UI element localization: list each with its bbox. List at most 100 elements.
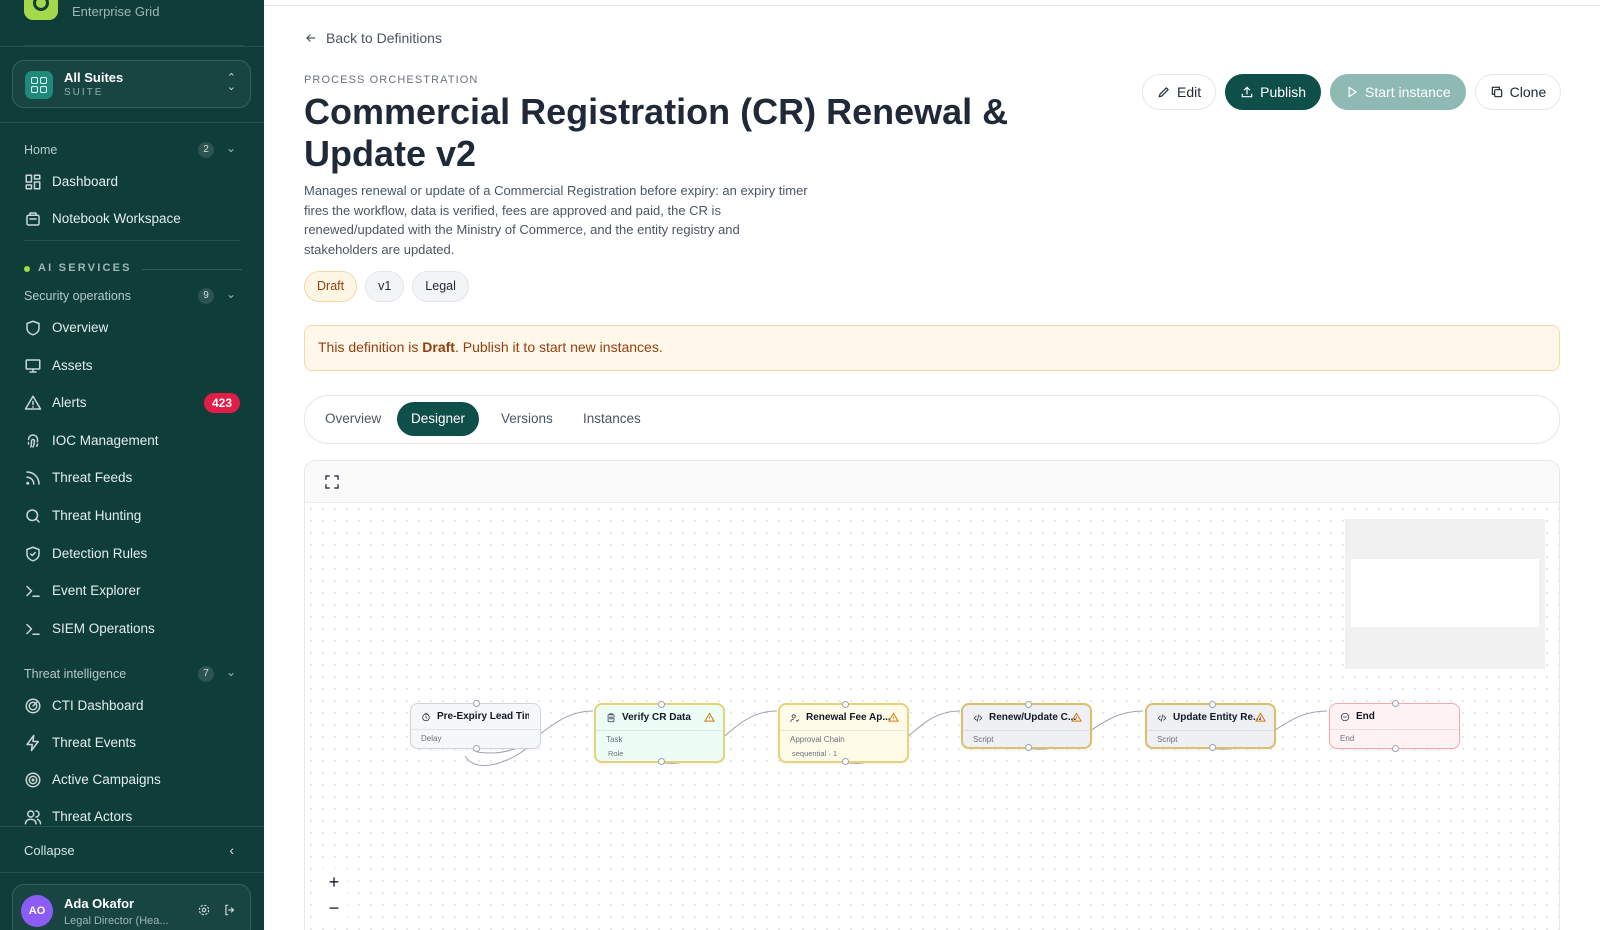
sidebar-item-label: Notebook Workspace xyxy=(52,211,181,226)
tab-versions[interactable]: Versions xyxy=(487,402,567,436)
back-label: Back to Definitions xyxy=(326,30,442,46)
sidebar-item-detection-rules[interactable]: Detection Rules xyxy=(12,538,252,570)
collapse-button[interactable]: Collapse ‹ xyxy=(24,842,240,863)
warning-icon xyxy=(704,712,715,722)
category-badge: Legal xyxy=(412,271,469,302)
tab-designer[interactable]: Designer xyxy=(397,402,480,436)
node-type: Script xyxy=(1157,735,1178,744)
sidebar-item-label: Overview xyxy=(52,320,109,335)
sidebar-item-label: SIEM Operations xyxy=(52,620,155,636)
sidebar-item-threat-feeds[interactable]: Threat Feeds xyxy=(12,462,252,494)
workflow-node-end[interactable]: End End xyxy=(1329,700,1460,752)
count-badge: 423 xyxy=(204,393,240,414)
node-type: End xyxy=(1340,734,1355,743)
rss-icon xyxy=(26,471,40,486)
node-type: Task xyxy=(606,735,623,744)
dashboard-icon xyxy=(25,174,41,190)
sidebar-item-label: Assets xyxy=(52,357,93,373)
node-detail: sequential · 1 xyxy=(792,749,838,758)
suite-switcher[interactable]: All Suites SUITE ⌃ ⌄ xyxy=(12,60,251,108)
sidebar-item-dashboard[interactable]: Dashboard xyxy=(12,166,252,198)
sidebar-item-threat-events[interactable]: Threat Events xyxy=(12,727,252,759)
sidebar-item-cti-dashboard[interactable]: CTI Dashboard xyxy=(12,690,252,722)
sidebar-item-label: Alerts xyxy=(52,395,87,411)
workflow-node-delay[interactable]: Pre-Expiry Lead Time Delay xyxy=(410,700,541,752)
user-card[interactable]: AO Ada Okafor Legal Director (Hea... xyxy=(12,884,251,930)
node-title: Verify CR Data xyxy=(622,712,691,723)
input-port[interactable] xyxy=(1025,701,1032,708)
tab-overview[interactable]: Overview xyxy=(311,402,395,436)
sidebar-item-label: Detection Rules xyxy=(52,545,148,561)
start-instance-label: Start instance xyxy=(1365,84,1451,100)
group-security-operations[interactable]: Security operations 9 ⌄ xyxy=(24,286,240,306)
start-instance-button[interactable]: Start instance xyxy=(1330,74,1466,110)
input-port[interactable] xyxy=(473,700,480,707)
node-header: End xyxy=(1330,704,1459,730)
sidebar-item-label: Event Explorer xyxy=(52,583,141,599)
divider xyxy=(0,122,264,123)
group-count: 7 xyxy=(198,666,214,682)
chevron-up-down-icon: ⌃ ⌄ xyxy=(226,72,236,93)
code-icon xyxy=(1157,713,1167,722)
input-port[interactable] xyxy=(1209,701,1216,708)
sidebar-item-ioc-management[interactable]: IOC Management xyxy=(12,425,252,457)
output-port[interactable] xyxy=(1209,744,1216,751)
sidebar-item-event-explorer[interactable]: Event Explorer xyxy=(12,575,252,607)
group-label: Security operations xyxy=(24,289,132,303)
shield-icon xyxy=(26,320,40,336)
output-port[interactable] xyxy=(1025,744,1032,751)
sidebar-item-notebook-workspace[interactable]: Notebook Workspace xyxy=(12,203,252,235)
tab-instances[interactable]: Instances xyxy=(569,402,655,436)
workflow-node-script[interactable]: Update Entity Re... Script xyxy=(1145,701,1276,751)
workflow-node-approval-chain[interactable]: Renewal Fee Ap... Approval Chain sequentia… xyxy=(778,701,909,765)
sidebar-item-label: CTI Dashboard xyxy=(52,698,144,713)
sidebar-item-alerts[interactable]: Alerts 423 xyxy=(12,387,252,419)
clock-icon xyxy=(422,712,430,721)
output-port[interactable] xyxy=(1392,745,1399,752)
sidebar-item-active-campaigns[interactable]: Active Campaigns xyxy=(12,764,252,796)
sidebar-item-assets[interactable]: Assets xyxy=(12,350,252,382)
zoom-in-button[interactable]: + xyxy=(321,869,347,895)
sidebar-item-overview[interactable]: Overview xyxy=(12,312,252,344)
clone-button[interactable]: Clone xyxy=(1474,74,1562,110)
output-port[interactable] xyxy=(658,758,665,765)
dot-icon xyxy=(24,266,30,272)
sidebar-item-threat-hunting[interactable]: Threat Hunting xyxy=(12,500,252,532)
input-port[interactable] xyxy=(842,701,849,708)
input-port[interactable] xyxy=(658,701,665,708)
code-icon xyxy=(973,713,983,722)
output-port[interactable] xyxy=(473,745,480,752)
workflow-edges xyxy=(464,710,1328,766)
stop-circle-icon xyxy=(1340,712,1350,721)
input-port[interactable] xyxy=(1392,700,1399,707)
tab-bar: Overview Designer Versions Instances xyxy=(304,395,1560,444)
sidebar-item-threat-actors[interactable]: Threat Actors xyxy=(12,801,252,833)
gear-icon[interactable] xyxy=(197,903,211,917)
publish-button[interactable]: Publish xyxy=(1225,74,1322,110)
main-content: Back to Definitions PROCESS ORCHESTRATIO… xyxy=(264,0,1600,930)
zoom-out-button[interactable]: − xyxy=(321,895,347,921)
chevron-down-icon: ⌄ xyxy=(225,287,236,301)
play-icon xyxy=(1348,86,1358,98)
group-label: Threat intelligence xyxy=(24,667,127,681)
workflow-node-script[interactable]: Renew/Update C... Script xyxy=(961,701,1092,751)
group-label: Home xyxy=(24,143,58,157)
alert-icon xyxy=(24,395,42,410)
sidebar-item-siem-operations[interactable]: SIEM Operations xyxy=(12,613,252,645)
group-threat-intelligence[interactable]: Threat intelligence 7 ⌄ xyxy=(24,664,240,684)
node-title: Update Entity Re... xyxy=(1173,712,1262,723)
designer-canvas[interactable]: Pre-Expiry Lead Time Delay Verify CR Data T… xyxy=(304,460,1560,930)
sidebar-item-label: Dashboard xyxy=(52,174,119,189)
back-link[interactable]: Back to Definitions xyxy=(304,30,442,46)
node-type: Script xyxy=(973,735,994,744)
brand-subtitle: Enterprise Grid xyxy=(72,4,160,19)
edit-button[interactable]: Edit xyxy=(1142,74,1217,110)
output-port[interactable] xyxy=(842,758,849,765)
group-home[interactable]: Home 2 ⌄ xyxy=(24,140,240,160)
workflow-node-task[interactable]: Verify CR Data Task Role xyxy=(594,701,725,765)
node-title: Renewal Fee Ap... xyxy=(806,712,891,723)
node-header: Pre-Expiry Lead Time xyxy=(411,704,540,730)
logout-icon[interactable] xyxy=(223,903,237,917)
brand-logo[interactable] xyxy=(24,0,58,20)
publish-label: Publish xyxy=(1260,84,1307,100)
